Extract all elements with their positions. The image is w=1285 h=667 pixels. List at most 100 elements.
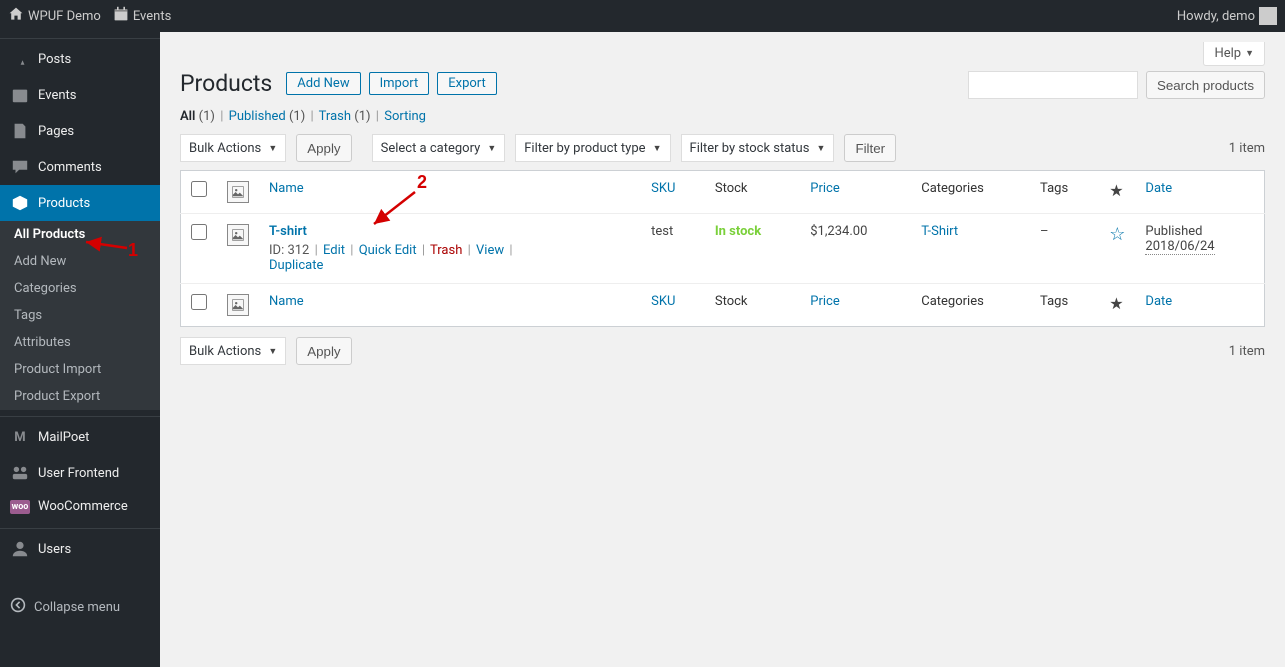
collapse-label: Collapse menu (34, 600, 120, 615)
col-stock: Stock (705, 284, 800, 327)
toolbar-site-link[interactable]: WPUF Demo (8, 6, 101, 26)
comment-icon (10, 157, 30, 177)
box-icon (10, 193, 30, 213)
row-actions: ID: 312 | Edit | Quick Edit | Trash | Vi… (269, 243, 631, 273)
featured-col-icon: ★ (1109, 294, 1123, 313)
main-content: Help ▼ Products Add New Import Export Se… (160, 32, 1285, 667)
apply-bulk-button[interactable]: Apply (296, 134, 351, 162)
col-categories: Categories (911, 171, 1030, 214)
table-footer-row: Name SKU Stock Price Categories Tags ★ D… (181, 284, 1265, 327)
help-tab[interactable]: Help ▼ (1203, 42, 1265, 66)
col-name[interactable]: Name (269, 181, 304, 196)
table-row: T-shirt ID: 312 | Edit | Quick Edit | Tr… (181, 214, 1265, 284)
toolbar-site-name: WPUF Demo (28, 9, 101, 24)
page-title: Products (180, 70, 272, 97)
view-filters: All (1) | Published (1) | Trash (1) | So… (180, 109, 1265, 124)
sidebar-item-events[interactable]: Events (0, 77, 160, 113)
col-sku[interactable]: SKU (651, 294, 675, 309)
cell-sku: test (641, 214, 705, 284)
view-published[interactable]: Published (229, 109, 286, 124)
sidebar-label: MailPoet (38, 430, 89, 445)
submenu-categories[interactable]: Categories (0, 275, 160, 302)
view-sorting[interactable]: Sorting (384, 109, 426, 124)
col-categories: Categories (911, 284, 1030, 327)
cell-price: $1,234.00 (800, 214, 911, 284)
category-filter-select[interactable]: Select a category (372, 134, 506, 162)
export-button[interactable]: Export (437, 72, 497, 95)
view-all[interactable]: All (180, 109, 195, 124)
calendar-icon (10, 85, 30, 105)
col-price[interactable]: Price (810, 181, 839, 196)
bulk-actions-select-bottom[interactable]: Bulk Actions (180, 337, 286, 365)
apply-bulk-button-bottom[interactable]: Apply (296, 337, 351, 365)
home-icon (8, 6, 24, 26)
collapse-menu[interactable]: Collapse menu (0, 587, 160, 627)
sidebar-item-products[interactable]: Products (0, 185, 160, 221)
featured-col-icon: ★ (1109, 181, 1123, 200)
col-tags: Tags (1030, 284, 1099, 327)
col-name[interactable]: Name (269, 294, 304, 309)
mailpoet-icon: M (10, 427, 30, 447)
toolbar-events-link[interactable]: Events (113, 6, 171, 26)
sidebar-label: Events (38, 88, 76, 103)
filter-button[interactable]: Filter (844, 134, 896, 162)
col-date[interactable]: Date (1145, 181, 1172, 196)
tablenav-top: Bulk Actions Apply Select a category Fil… (180, 134, 1265, 162)
sidebar-label: Users (38, 542, 71, 557)
stock-status-filter-select[interactable]: Filter by stock status (681, 134, 835, 162)
import-button[interactable]: Import (369, 72, 430, 95)
toolbar-events-label: Events (133, 9, 171, 24)
search-products-input[interactable] (968, 71, 1138, 99)
select-all-checkbox[interactable] (191, 181, 207, 197)
col-price[interactable]: Price (810, 294, 839, 309)
sidebar-item-posts[interactable]: Posts (0, 38, 160, 77)
pin-icon (10, 49, 30, 69)
cell-date: 2018/06/24 (1145, 239, 1214, 255)
toolbar-account-link[interactable]: Howdy, demo (1177, 7, 1277, 25)
view-trash[interactable]: Trash (319, 109, 351, 124)
product-type-filter-select[interactable]: Filter by product type (515, 134, 670, 162)
submenu-product-import[interactable]: Product Import (0, 356, 160, 383)
submenu-tags[interactable]: Tags (0, 302, 160, 329)
row-action-view[interactable]: View (476, 243, 504, 258)
sidebar-item-comments[interactable]: Comments (0, 149, 160, 185)
submenu-product-export[interactable]: Product Export (0, 383, 160, 410)
submenu-attributes[interactable]: Attributes (0, 329, 160, 356)
row-checkbox[interactable] (191, 224, 207, 240)
cell-date-status: Published (1145, 224, 1202, 239)
item-count-top: 1 item (1229, 141, 1265, 156)
add-new-button[interactable]: Add New (286, 72, 360, 95)
row-action-duplicate[interactable]: Duplicate (269, 258, 323, 273)
item-count-bottom: 1 item (1229, 344, 1265, 359)
row-action-edit[interactable]: Edit (323, 243, 345, 258)
sidebar-label: WooCommerce (38, 499, 128, 514)
howdy-text: Howdy, demo (1177, 9, 1255, 24)
sidebar-item-users[interactable]: Users (0, 528, 160, 567)
sidebar-label: User Frontend (38, 466, 119, 481)
featured-toggle[interactable]: ☆ (1109, 224, 1125, 245)
col-date[interactable]: Date (1145, 294, 1172, 309)
row-action-trash[interactable]: Trash (430, 243, 462, 258)
sidebar-item-user-frontend[interactable]: User Frontend (0, 455, 160, 491)
admin-sidebar: Posts Events Pages Comments Products All… (0, 32, 160, 667)
col-stock: Stock (705, 171, 800, 214)
sidebar-item-woocommerce[interactable]: woo WooCommerce (0, 491, 160, 522)
sidebar-item-mailpoet[interactable]: M MailPoet (0, 416, 160, 455)
image-col-icon (227, 294, 249, 316)
search-products-button[interactable]: Search products (1146, 71, 1265, 99)
woocommerce-icon: woo (10, 500, 30, 514)
products-table: Name SKU Stock Price Categories Tags ★ D… (180, 170, 1265, 327)
collapse-icon (10, 597, 26, 617)
cell-category[interactable]: T-Shirt (921, 224, 958, 239)
product-thumb[interactable] (227, 224, 249, 246)
sidebar-item-pages[interactable]: Pages (0, 113, 160, 149)
bulk-actions-select[interactable]: Bulk Actions (180, 134, 286, 162)
select-all-checkbox-footer[interactable] (191, 294, 207, 310)
col-sku[interactable]: SKU (651, 181, 675, 196)
annotation-number-1: 1 (128, 240, 138, 261)
row-action-quick-edit[interactable]: Quick Edit (359, 243, 417, 258)
user-icon (10, 539, 30, 559)
product-id: ID: 312 (269, 243, 309, 258)
product-name-link[interactable]: T-shirt (269, 224, 307, 239)
image-col-icon (227, 181, 249, 203)
